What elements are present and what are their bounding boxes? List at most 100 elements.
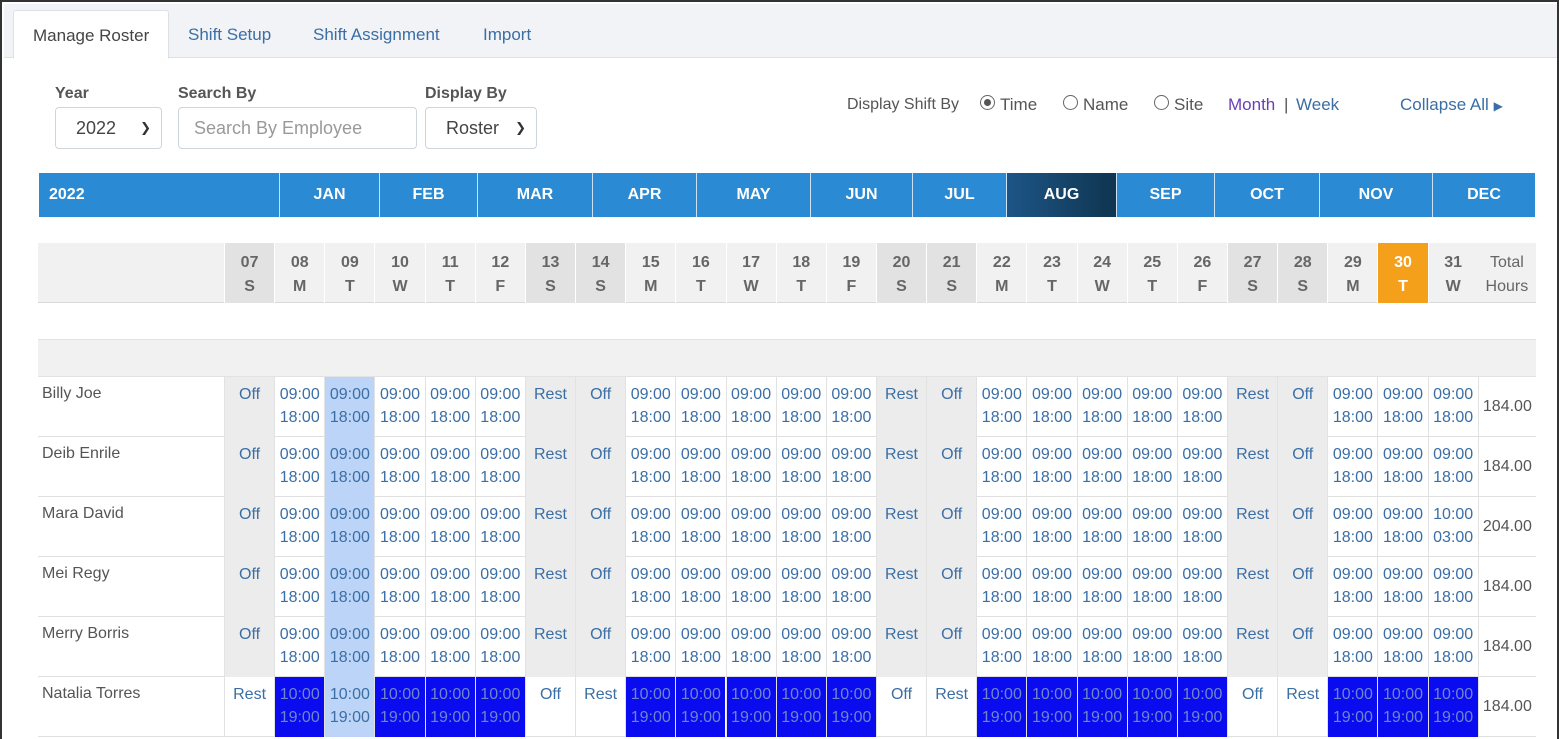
shift-cell[interactable]: Off [1277,437,1328,497]
month-oct[interactable]: OCT [1214,173,1319,217]
tab-shift-assignment[interactable]: Shift Assignment [294,10,459,59]
shift-cell[interactable]: 09:00 18:00 [1126,617,1177,677]
shift-cell[interactable]: 09:00 18:00 [1126,377,1177,437]
shift-cell[interactable]: 09:00 18:00 [1377,377,1427,437]
shift-cell[interactable]: Rest [875,557,927,617]
tab-shift-setup[interactable]: Shift Setup [169,10,290,59]
shift-cell[interactable]: Off [575,557,626,617]
shift-cell[interactable]: Rest [1227,557,1278,617]
shift-cell[interactable]: 09:00 18:00 [1327,437,1377,497]
shift-cell[interactable]: 09:00 18:00 [1076,377,1127,437]
month-jan[interactable]: JAN [279,173,379,217]
shift-cell[interactable]: 09:00 18:00 [274,437,324,497]
shift-cell[interactable]: 09:00 18:00 [976,617,1026,677]
shift-cell[interactable]: 09:00 18:00 [1427,617,1478,677]
shift-cell[interactable]: 09:00 18:00 [675,617,725,677]
shift-cell[interactable]: 09:00 18:00 [424,617,475,677]
shift-cell[interactable]: 09:00 18:00 [1327,497,1377,557]
shift-cell[interactable]: Rest [875,617,927,677]
shift-cell[interactable]: 09:00 18:00 [1327,557,1377,617]
shift-cell[interactable]: Off [1277,557,1328,617]
radio-name[interactable] [1063,95,1078,110]
shift-cell[interactable]: Rest [524,557,576,617]
month-feb[interactable]: FEB [379,173,477,217]
shift-cell[interactable]: Rest [1227,437,1278,497]
month-dec[interactable]: DEC [1432,173,1535,217]
shift-cell[interactable]: 09:00 18:00 [976,377,1026,437]
shift-cell[interactable]: 09:00 18:00 [775,377,826,437]
shift-cell[interactable]: 09:00 18:00 [1176,557,1227,617]
shift-cell[interactable]: Off [1277,617,1328,677]
shift-cell[interactable]: 09:00 18:00 [825,437,876,497]
shift-cell[interactable]: 10:00 19:00 [775,677,826,737]
shift-cell[interactable]: 09:00 18:00 [474,377,525,437]
shift-cell[interactable]: Rest [575,677,625,737]
shift-cell[interactable]: Rest [524,377,576,437]
shift-cell[interactable]: Off [224,377,275,437]
shift-cell[interactable]: 09:00 18:00 [825,617,876,677]
shift-cell[interactable]: 09:00 18:00 [1427,377,1478,437]
shift-cell[interactable]: 09:00 18:00 [1076,437,1127,497]
shift-cell[interactable]: 09:00 18:00 [1176,437,1227,497]
shift-cell[interactable]: Off [575,437,626,497]
shift-cell[interactable]: 09:00 18:00 [675,497,725,557]
shift-cell[interactable]: 09:00 18:00 [374,617,424,677]
shift-cell[interactable]: 09:00 18:00 [675,437,725,497]
shift-cell[interactable]: 09:00 18:00 [474,557,525,617]
shift-cell[interactable]: Off [926,617,977,677]
shift-cell[interactable]: 09:00 18:00 [725,377,776,437]
shift-cell[interactable]: 10:00 19:00 [1076,677,1127,737]
shift-cell[interactable]: 09:00 18:00 [274,497,324,557]
shift-cell[interactable]: 09:00 18:00 [374,377,424,437]
shift-cell[interactable]: 09:00 18:00 [324,617,375,677]
shift-cell[interactable]: 09:00 18:00 [775,497,826,557]
radio-site[interactable] [1154,95,1169,110]
shift-cell[interactable]: Off [575,377,626,437]
collapse-all-button[interactable]: Collapse All ▶ [1400,95,1503,116]
shift-cell[interactable]: Off [575,617,626,677]
display-by-select[interactable]: Roster ❯ [425,107,537,149]
shift-cell[interactable]: 09:00 18:00 [274,377,324,437]
shift-cell[interactable]: 10:00 19:00 [1427,677,1478,737]
shift-cell[interactable]: 09:00 18:00 [625,497,675,557]
shift-cell[interactable]: 09:00 18:00 [1126,497,1177,557]
shift-cell[interactable]: 09:00 18:00 [1026,497,1076,557]
shift-cell[interactable]: Off [224,617,275,677]
shift-cell[interactable]: 09:00 18:00 [374,557,424,617]
month-apr[interactable]: APR [592,173,696,217]
shift-cell[interactable]: Off [1277,497,1328,557]
shift-cell[interactable]: 09:00 18:00 [1176,617,1227,677]
shift-cell[interactable]: 10:00 03:00 [1427,497,1478,557]
shift-cell[interactable]: Rest [1227,377,1278,437]
shift-cell[interactable]: 09:00 18:00 [474,437,525,497]
shift-cell[interactable]: 10:00 19:00 [1327,677,1378,737]
shift-cell[interactable]: 09:00 18:00 [1377,437,1427,497]
shift-cell[interactable]: Off [524,677,575,737]
shift-cell[interactable]: Off [1227,677,1277,737]
shift-cell[interactable]: 10:00 19:00 [976,677,1027,737]
shift-cell[interactable]: Rest [875,497,927,557]
shift-cell[interactable]: Off [224,557,275,617]
shift-cell[interactable]: 09:00 18:00 [976,557,1026,617]
shift-cell[interactable]: 09:00 18:00 [1176,377,1227,437]
month-nov[interactable]: NOV [1319,173,1432,217]
shift-cell[interactable]: 09:00 18:00 [825,497,876,557]
shift-cell[interactable]: 09:00 18:00 [625,437,675,497]
search-input[interactable]: Search By Employee [178,107,417,149]
shift-cell[interactable]: Off [926,377,977,437]
shift-cell[interactable]: Rest [524,617,576,677]
shift-cell[interactable]: 09:00 18:00 [274,557,324,617]
shift-cell[interactable]: Off [875,677,926,737]
tab-manage-roster[interactable]: Manage Roster [13,10,170,59]
shift-cell[interactable]: Rest [524,437,576,497]
shift-cell[interactable]: 09:00 18:00 [424,377,475,437]
shift-cell[interactable]: 10:00 19:00 [1176,677,1227,737]
shift-cell[interactable]: 09:00 18:00 [1076,617,1127,677]
shift-cell[interactable]: 09:00 18:00 [424,557,475,617]
shift-cell[interactable]: Off [224,497,275,557]
shift-cell[interactable]: 10:00 19:00 [374,677,425,737]
week-view-link[interactable]: Week [1296,95,1339,115]
shift-cell[interactable]: 09:00 18:00 [825,377,876,437]
shift-cell[interactable]: 09:00 18:00 [1026,437,1076,497]
shift-cell[interactable]: 09:00 18:00 [725,557,776,617]
